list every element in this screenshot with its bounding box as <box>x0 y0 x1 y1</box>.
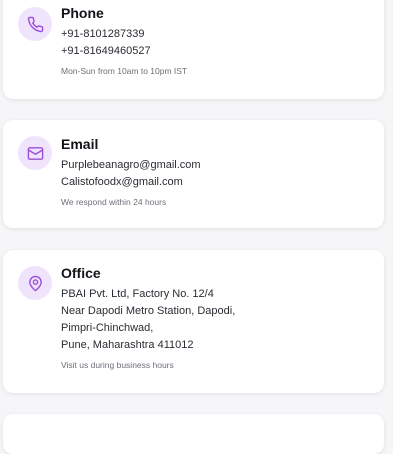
phone-details: Phone +91-8101287339 +91-81649460527 Mon… <box>61 4 374 77</box>
phone-hours-note: Mon-Sun from 10am to 10pm IST <box>61 66 188 76</box>
email-title: Email <box>61 136 99 152</box>
mail-icon <box>27 146 43 160</box>
map-pin-icon-badge <box>18 266 52 300</box>
phone-number-secondary[interactable]: +91-81649460527 <box>61 43 374 60</box>
email-details: Email Purplebeanagro@gmail.com Calistofo… <box>61 135 374 208</box>
email-address-primary[interactable]: Purplebeanagro@gmail.com <box>61 157 374 174</box>
office-address-line-2: Near Dapodi Metro Station, Dapodi, <box>61 305 236 317</box>
next-contact-card <box>3 414 384 454</box>
office-hours-note: Visit us during business hours <box>61 360 174 370</box>
email-response-note: We respond within 24 hours <box>61 197 167 207</box>
email-card: Email Purplebeanagro@gmail.com Calistofo… <box>3 120 384 228</box>
office-card: Office PBAI Pvt. Ltd, Factory No. 12/4 N… <box>3 250 384 393</box>
phone-number-primary[interactable]: +91-8101287339 <box>61 26 374 43</box>
phone-title: Phone <box>61 5 104 21</box>
office-address-line-4: Pune, Maharashtra 411012 <box>61 339 194 351</box>
phone-card: Phone +91-8101287339 +91-81649460527 Mon… <box>3 0 384 99</box>
office-title: Office <box>61 265 101 281</box>
office-address-line-3: Pimpri-Chinchwad, <box>61 322 154 334</box>
phone-icon <box>27 16 43 32</box>
email-address-secondary[interactable]: Calistofoodx@gmail.com <box>61 174 374 191</box>
office-details: Office PBAI Pvt. Ltd, Factory No. 12/4 N… <box>61 264 374 371</box>
office-address-line-1: PBAI Pvt. Ltd, Factory No. 12/4 <box>61 288 214 300</box>
phone-icon-badge <box>18 7 52 41</box>
map-pin-icon <box>28 275 42 291</box>
mail-icon-badge <box>18 136 52 170</box>
